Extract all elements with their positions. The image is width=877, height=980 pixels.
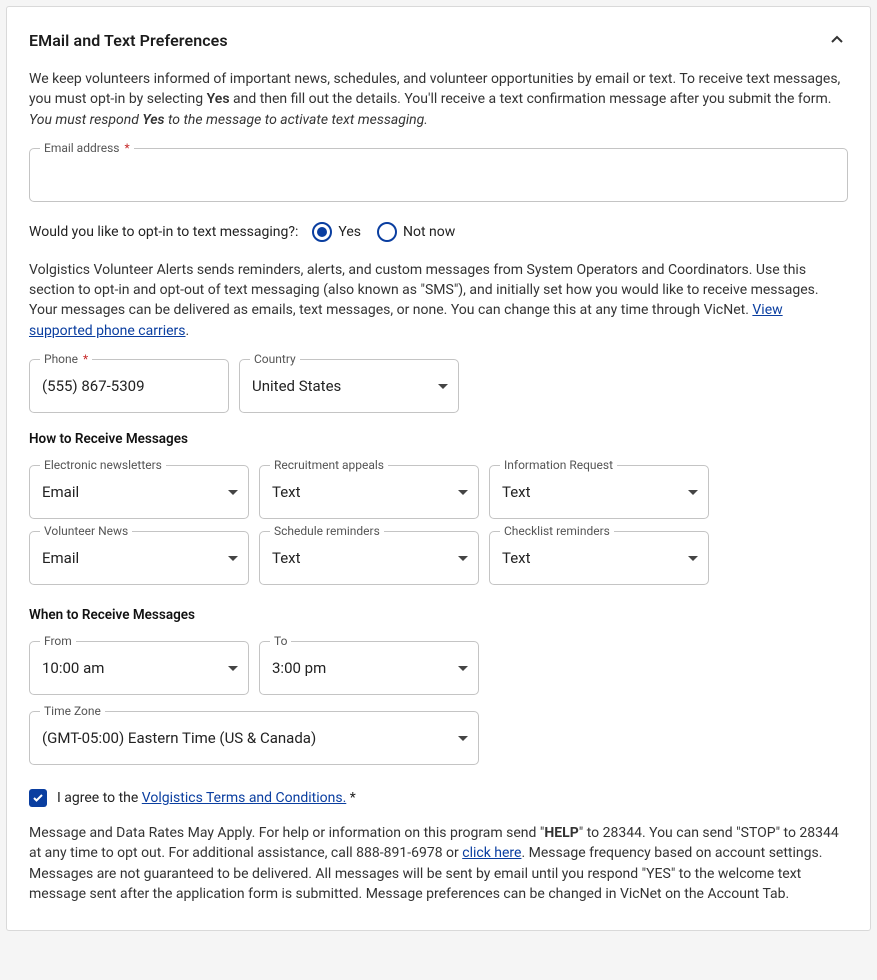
country-label: Country: [250, 352, 300, 366]
terms-row: I agree to the Volgistics Terms and Cond…: [29, 789, 848, 807]
radio-unchecked-icon: [377, 222, 397, 242]
section-header[interactable]: EMail and Text Preferences: [29, 29, 848, 51]
message-channel-grid: Electronic newsletters Email Recruitment…: [29, 465, 848, 585]
when-receive-title: When to Receive Messages: [29, 607, 848, 623]
timezone-select[interactable]: Time Zone (GMT-05:00) Eastern Time (US &…: [29, 711, 479, 765]
volnews-select[interactable]: Volunteer News Email: [29, 531, 249, 585]
optin-yes-label: Yes: [338, 224, 361, 240]
to-label: To: [270, 634, 291, 648]
footer-bold1: HELP: [544, 825, 578, 841]
email-input[interactable]: [42, 166, 835, 183]
schedule-value: Text: [272, 549, 466, 567]
email-text-preferences-panel: EMail and Text Preferences We keep volun…: [6, 6, 871, 931]
terms-prefix: I agree to the: [57, 790, 142, 806]
intro-bold1: Yes: [207, 91, 230, 107]
how-receive-title: How to Receive Messages: [29, 431, 848, 447]
country-value: United States: [252, 377, 446, 395]
recruitment-value: Text: [272, 483, 466, 501]
email-label: Email address *: [40, 141, 134, 155]
from-value: 10:00 am: [42, 659, 236, 677]
intro-em1: You must respond: [29, 112, 142, 128]
optin-yes-radio[interactable]: Yes: [312, 222, 361, 242]
footer-text: Message and Data Rates May Apply. For he…: [29, 823, 848, 904]
recruitment-label: Recruitment appeals: [270, 458, 388, 472]
footer-link[interactable]: click here: [462, 845, 521, 861]
from-time-select[interactable]: From 10:00 am: [29, 641, 249, 695]
chevron-up-icon: [826, 29, 848, 51]
checklist-label: Checklist reminders: [500, 524, 614, 538]
from-label: From: [40, 634, 76, 648]
intro-em-bold: Yes: [142, 112, 164, 128]
inforeq-select[interactable]: Information Request Text: [489, 465, 709, 519]
phone-label: Phone *: [40, 352, 92, 366]
timezone-row: Time Zone (GMT-05:00) Eastern Time (US &…: [29, 711, 848, 765]
optin-row: Would you like to opt-in to text messagi…: [29, 222, 848, 242]
country-select[interactable]: Country United States: [239, 359, 459, 413]
section-title: EMail and Text Preferences: [29, 31, 228, 50]
schedule-select[interactable]: Schedule reminders Text: [259, 531, 479, 585]
phone-value: (555) 867-5309: [42, 377, 216, 395]
terms-link[interactable]: Volgistics Terms and Conditions.: [142, 790, 347, 806]
newsletters-select[interactable]: Electronic newsletters Email: [29, 465, 249, 519]
schedule-label: Schedule reminders: [270, 524, 384, 538]
email-field[interactable]: Email address *: [29, 148, 848, 202]
timezone-value: (GMT-05:00) Eastern Time (US & Canada): [42, 729, 466, 747]
terms-text: I agree to the Volgistics Terms and Cond…: [57, 790, 356, 806]
to-value: 3:00 pm: [272, 659, 466, 677]
timezone-label: Time Zone: [40, 704, 105, 718]
to-time-select[interactable]: To 3:00 pm: [259, 641, 479, 695]
checklist-select[interactable]: Checklist reminders Text: [489, 531, 709, 585]
radio-checked-icon: [312, 222, 332, 242]
volnews-label: Volunteer News: [40, 524, 132, 538]
optin-question: Would you like to opt-in to text messagi…: [29, 224, 298, 240]
inforeq-value: Text: [502, 483, 696, 501]
intro-em2: to the message to activate text messagin…: [165, 112, 428, 128]
newsletters-label: Electronic newsletters: [40, 458, 166, 472]
desc-part1: Volgistics Volunteer Alerts sends remind…: [29, 262, 819, 319]
description-text: Volgistics Volunteer Alerts sends remind…: [29, 260, 848, 341]
footer-part1: Message and Data Rates May Apply. For he…: [29, 825, 544, 841]
time-row: From 10:00 am To 3:00 pm: [29, 641, 848, 695]
terms-checkbox[interactable]: [29, 789, 47, 807]
checklist-value: Text: [502, 549, 696, 567]
optin-notnow-label: Not now: [403, 224, 455, 240]
recruitment-select[interactable]: Recruitment appeals Text: [259, 465, 479, 519]
terms-required: *: [346, 790, 356, 806]
newsletters-value: Email: [42, 483, 236, 501]
volnews-value: Email: [42, 549, 236, 567]
desc-part2: .: [186, 323, 190, 339]
optin-notnow-radio[interactable]: Not now: [377, 222, 455, 242]
phone-field[interactable]: Phone * (555) 867-5309: [29, 359, 229, 413]
intro-text: We keep volunteers informed of important…: [29, 69, 848, 130]
intro-part2: and then fill out the details. You'll re…: [230, 91, 832, 107]
inforeq-label: Information Request: [500, 458, 617, 472]
